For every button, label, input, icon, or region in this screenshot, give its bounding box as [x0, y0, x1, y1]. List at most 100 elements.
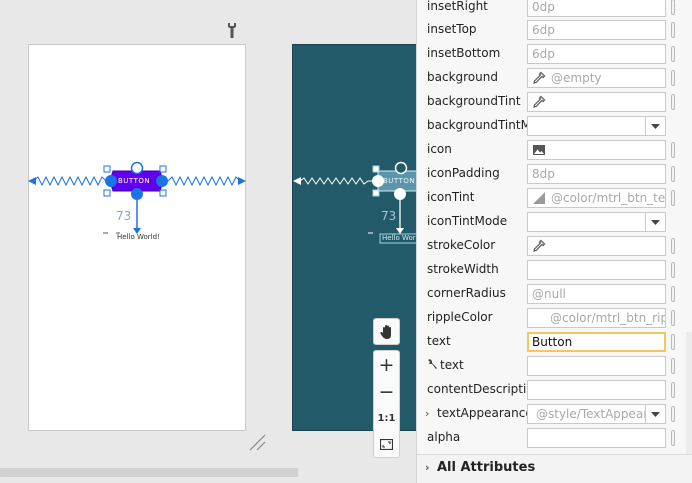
bottom-anchor-handle[interactable] — [131, 188, 143, 200]
attr-pointer-button[interactable] — [671, 46, 675, 62]
expand-caret-icon[interactable]: › — [425, 407, 433, 420]
attr-row-insettop: insetTop 6dp — [417, 18, 692, 42]
constraint-spring-right[interactable] — [165, 175, 246, 187]
attr-field-ripplecolor[interactable]: @color/mtrl_btn_ripp — [527, 308, 666, 328]
attr-pointer-button[interactable] — [671, 310, 675, 326]
pan-button[interactable] — [373, 318, 400, 345]
eyedropper-icon[interactable] — [532, 239, 546, 253]
attr-pointer-button[interactable] — [671, 166, 675, 182]
attr-row-ripplecolor: rippleColor @color/mtrl_btn_ripp — [417, 306, 692, 330]
attr-field-insetbottom[interactable]: 6dp — [527, 44, 666, 64]
attr-field-cornerradius[interactable]: @null — [527, 284, 666, 304]
eyedropper-icon[interactable] — [532, 95, 546, 109]
attr-label: icon — [427, 142, 452, 156]
all-attributes-header[interactable]: › All Attributes — [425, 460, 535, 475]
attr-field-strokewidth[interactable] — [527, 260, 666, 280]
textview-hello-world[interactable]: Hello World! — [117, 233, 160, 241]
attr-row-contentdescription: contentDescription — [417, 378, 692, 402]
panel-scrollbar[interactable] — [686, 332, 692, 454]
attr-row-insetright: insetRight 0dp — [417, 0, 692, 19]
layout-editor-canvas[interactable]: BUTTON 73 Hello World! BUTTON 73 Hello W… — [0, 0, 416, 483]
zoom-to-fit-button[interactable] — [374, 431, 399, 457]
attr-dropdown-textappearance[interactable]: @style/TextAppeara — [527, 404, 666, 424]
attr-label: text — [427, 334, 451, 348]
button-label: BUTTON — [118, 177, 151, 185]
attr-pointer-button[interactable] — [671, 406, 675, 422]
attr-pointer-button[interactable] — [671, 22, 675, 38]
left-anchor-handle[interactable] — [105, 175, 117, 187]
blueprint-constraint-spring-left[interactable] — [293, 177, 374, 185]
constraint-spring-left[interactable] — [28, 175, 109, 187]
attr-row-backgroundtintmode: backgroundTintM… — [417, 114, 692, 138]
attr-field-text[interactable]: Button — [527, 332, 666, 352]
attr-label: insetRight — [427, 0, 488, 13]
horizontal-scrollbar[interactable] — [0, 468, 298, 477]
attr-label: background — [427, 70, 498, 84]
attr-label: iconTint — [427, 190, 475, 204]
expand-caret-icon[interactable]: › — [425, 461, 433, 474]
attr-field-icon[interactable] — [527, 140, 666, 160]
attr-label: contentDescription — [427, 382, 542, 396]
attr-label: strokeColor — [427, 238, 496, 252]
attr-pointer-button[interactable] — [671, 142, 675, 158]
attr-row-cornerradius: cornerRadius @null — [417, 282, 692, 306]
attr-field-insetright[interactable]: 0dp — [527, 0, 666, 17]
chevron-down-icon[interactable] — [645, 213, 665, 231]
attr-label: iconPadding — [427, 166, 500, 180]
attr-field-insettop[interactable]: 6dp — [527, 20, 666, 40]
attributes-panel: insetRight 0dp insetTop 6dp insetBottom … — [416, 0, 692, 483]
attr-pointer-button[interactable] — [671, 262, 675, 278]
attr-pointer-button[interactable] — [671, 358, 675, 374]
image-icon[interactable] — [532, 143, 546, 157]
attr-pointer-button[interactable] — [671, 190, 675, 206]
attr-label-text: textAppearance — [437, 406, 533, 420]
attr-label: iconTintMode — [427, 214, 508, 228]
right-anchor-handle[interactable] — [156, 175, 168, 187]
blueprint-textview[interactable]: Hello World — [382, 234, 416, 242]
attr-pointer-button[interactable] — [671, 70, 675, 86]
chevron-down-icon[interactable] — [645, 405, 665, 423]
attr-row-icontintmode: iconTintMode — [417, 210, 692, 234]
attr-dropdown-backgroundtintmode[interactable] — [527, 116, 666, 136]
fit-screen-icon — [380, 438, 393, 450]
blueprint-top-handle[interactable] — [394, 161, 408, 175]
attr-dropdown-icontintmode[interactable] — [527, 212, 666, 232]
attr-pointer-button[interactable] — [671, 286, 675, 302]
attr-field-contentdescription[interactable] — [527, 380, 666, 400]
attr-pointer-button[interactable] — [671, 94, 675, 110]
attr-field-strokecolor[interactable] — [527, 236, 666, 256]
all-attributes-section[interactable]: › All Attributes — [417, 454, 692, 483]
attr-pointer-button[interactable] — [671, 238, 675, 254]
attr-field-iconpadding[interactable]: 8dp — [527, 164, 666, 184]
attr-pointer-button[interactable] — [671, 334, 675, 350]
top-anchor-handle[interactable] — [130, 161, 144, 175]
attr-value: @color/mtrl_btn_ripp — [550, 311, 666, 325]
eyedropper-icon[interactable] — [532, 71, 546, 85]
attr-label: rippleColor — [427, 310, 493, 324]
attr-label: insetBottom — [427, 46, 501, 60]
attr-pointer-button[interactable] — [671, 0, 675, 15]
attr-row-textappearance[interactable]: › textAppearance @style/TextAppeara — [417, 402, 692, 426]
attr-value: @style/TextAppeara — [536, 407, 656, 421]
blueprint-bottom-handle[interactable] — [394, 188, 406, 200]
color-swatch-icon[interactable] — [532, 191, 546, 205]
attr-label: text — [427, 358, 464, 372]
attr-row-icon: icon — [417, 138, 692, 162]
attr-field-tools-text[interactable] — [527, 356, 666, 376]
attr-row-backgroundtint: backgroundTint — [417, 90, 692, 114]
attr-field-background[interactable]: @empty — [527, 68, 666, 88]
resize-handle-icon[interactable] — [248, 433, 266, 451]
attr-field-icontint[interactable]: @color/mtrl_btn_text_ — [527, 188, 666, 208]
zoom-in-button[interactable]: + — [374, 352, 399, 378]
blueprint-margin-value: 73 — [381, 209, 397, 223]
attr-pointer-button[interactable] — [671, 382, 675, 398]
margin-arrow — [133, 200, 141, 234]
attr-field-backgroundtint[interactable] — [527, 92, 666, 112]
attr-pointer-button[interactable] — [671, 430, 675, 446]
actual-size-button[interactable]: 1:1 — [374, 405, 399, 431]
attr-label: cornerRadius — [427, 286, 506, 300]
attr-field-alpha[interactable] — [527, 428, 666, 448]
attr-row-alpha: alpha — [417, 426, 692, 450]
zoom-out-button[interactable]: − — [374, 379, 399, 405]
chevron-down-icon[interactable] — [645, 117, 665, 135]
